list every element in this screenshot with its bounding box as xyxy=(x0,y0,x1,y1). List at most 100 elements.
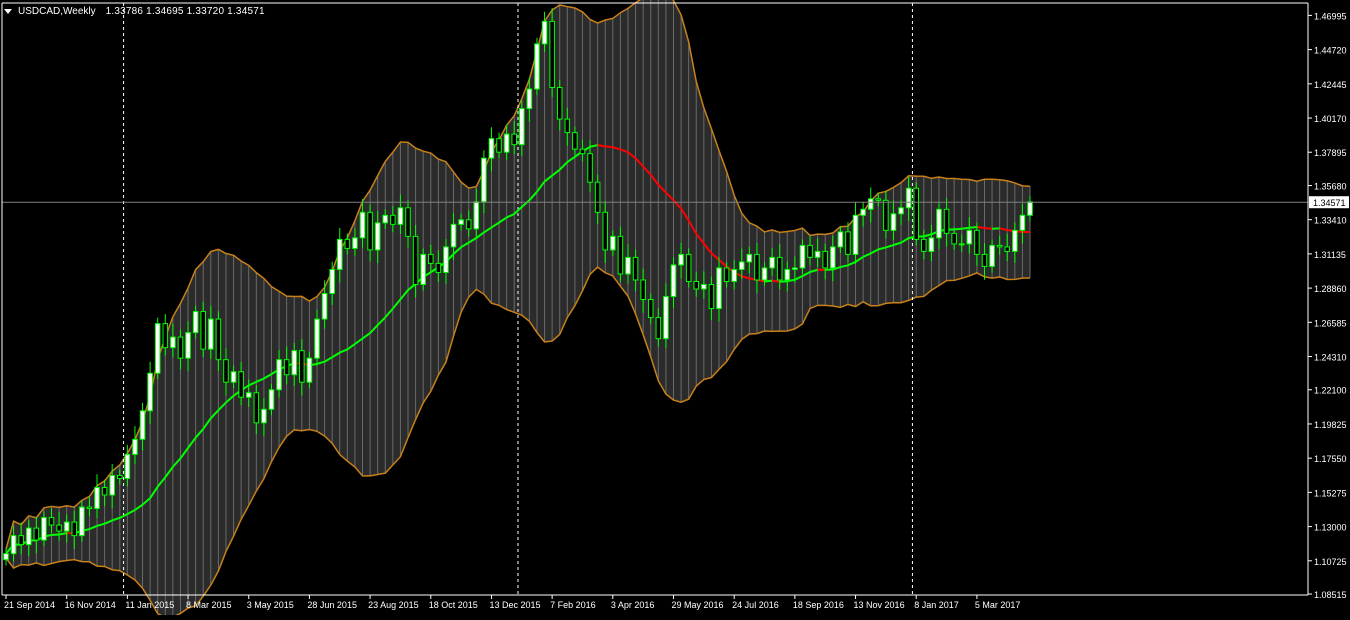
candle-body xyxy=(459,220,464,225)
candle-body xyxy=(671,265,676,297)
candle-body xyxy=(1013,230,1018,251)
candle-body xyxy=(1005,247,1010,252)
candle-body xyxy=(413,236,418,284)
candle-body xyxy=(922,239,927,251)
candle-body xyxy=(557,88,562,120)
candle-body xyxy=(345,239,350,248)
ma-segment xyxy=(772,281,780,282)
candle-body xyxy=(739,262,744,270)
candle-body xyxy=(421,254,426,284)
candle-body xyxy=(861,209,866,215)
candle-body xyxy=(959,244,964,245)
dropdown-triangle-icon[interactable] xyxy=(4,9,12,14)
candle-body xyxy=(641,280,646,300)
candle-body xyxy=(838,232,843,247)
candle-body xyxy=(497,139,502,153)
ma-segment xyxy=(765,281,773,282)
x-tick-label: 18 Oct 2015 xyxy=(429,600,478,610)
candle-body xyxy=(846,232,851,255)
candle-body xyxy=(178,337,183,358)
candle-body xyxy=(770,257,775,268)
candle-body xyxy=(982,254,987,266)
candle-body xyxy=(785,269,790,280)
candle-body xyxy=(284,360,289,375)
candle-body xyxy=(527,89,532,109)
ma-segment xyxy=(962,228,970,229)
candle-body xyxy=(777,257,782,280)
candle-body xyxy=(428,254,433,263)
candle-body xyxy=(368,212,373,250)
y-tick-label: 1.10725 xyxy=(1314,557,1347,567)
y-tick-label: 1.44720 xyxy=(1314,46,1347,56)
y-tick-label: 1.17550 xyxy=(1314,454,1347,464)
x-tick-label: 29 May 2016 xyxy=(671,600,723,610)
candle-body xyxy=(656,318,661,339)
candle-body xyxy=(155,324,160,374)
candle-body xyxy=(580,149,585,154)
candle-body xyxy=(611,236,616,250)
candle-body xyxy=(853,215,858,254)
candle-body xyxy=(1020,215,1025,230)
candle-body xyxy=(322,294,327,320)
candle-body xyxy=(436,263,441,272)
candle-body xyxy=(542,21,547,44)
candle-body xyxy=(990,245,995,266)
candle-body xyxy=(512,134,517,145)
candle-body xyxy=(125,454,130,478)
candle-body xyxy=(808,245,813,257)
candle-body xyxy=(732,269,737,281)
x-tick-label: 16 Nov 2014 xyxy=(65,600,116,610)
candle-body xyxy=(944,209,949,233)
candle-body xyxy=(899,208,904,214)
x-tick-label: 5 Mar 2017 xyxy=(975,600,1021,610)
candle-body xyxy=(626,257,631,274)
candle-body xyxy=(406,208,411,237)
chart-window[interactable]: USDCAD,Weekly 1.33786 1.34695 1.33720 1.… xyxy=(0,0,1350,615)
ma-segment xyxy=(598,145,606,146)
candle-body xyxy=(823,251,828,268)
candle-body xyxy=(239,372,244,398)
candle-body xyxy=(57,525,62,531)
candle-body xyxy=(186,333,191,359)
candle-body xyxy=(277,360,282,390)
candle-body xyxy=(307,358,312,382)
candle-body xyxy=(64,522,69,531)
candle-body xyxy=(717,268,722,309)
y-tick-label: 1.24310 xyxy=(1314,353,1347,363)
candle-body xyxy=(110,475,115,495)
candle-body xyxy=(686,254,691,281)
ma-segment xyxy=(984,228,992,229)
candle-body xyxy=(815,251,820,257)
y-tick-label: 1.28860 xyxy=(1314,284,1347,294)
y-tick-label: 1.40170 xyxy=(1314,114,1347,124)
ohlc-values: 1.33786 1.34695 1.33720 1.34571 xyxy=(106,6,265,17)
x-tick-label: 8 Jan 2017 xyxy=(914,600,959,610)
y-tick-label: 1.31135 xyxy=(1314,250,1346,260)
candle-body xyxy=(269,390,274,410)
candle-body xyxy=(254,393,259,423)
chart-header: USDCAD,Weekly 1.33786 1.34695 1.33720 1.… xyxy=(4,4,265,18)
y-tick-label: 1.33410 xyxy=(1314,216,1347,226)
x-tick-label: 21 Sep 2014 xyxy=(4,600,55,610)
x-tick-label: 11 Jan 2015 xyxy=(125,600,174,610)
candle-body xyxy=(216,319,221,360)
candle-body xyxy=(87,507,92,509)
x-tick-label: 13 Nov 2016 xyxy=(854,600,905,610)
y-tick-label: 1.15275 xyxy=(1314,488,1347,498)
symbol-label: USDCAD,Weekly xyxy=(18,6,96,17)
candle-body xyxy=(504,134,509,152)
candle-body xyxy=(262,409,267,423)
x-tick-label: 3 Apr 2016 xyxy=(611,600,655,610)
candle-body xyxy=(224,360,229,383)
candle-body xyxy=(4,554,9,560)
candle-body xyxy=(550,21,555,87)
y-tick-label: 1.19825 xyxy=(1314,420,1347,430)
candle-body xyxy=(451,224,456,247)
candle-body xyxy=(383,215,388,223)
candle-body xyxy=(952,233,957,244)
y-tick-label: 1.37895 xyxy=(1314,148,1347,158)
candle-body xyxy=(618,236,623,274)
candle-body xyxy=(679,254,684,265)
price-chart[interactable]: 1.34571 1.469951.447201.424451.401701.37… xyxy=(0,0,1350,615)
candle-body xyxy=(724,268,729,282)
